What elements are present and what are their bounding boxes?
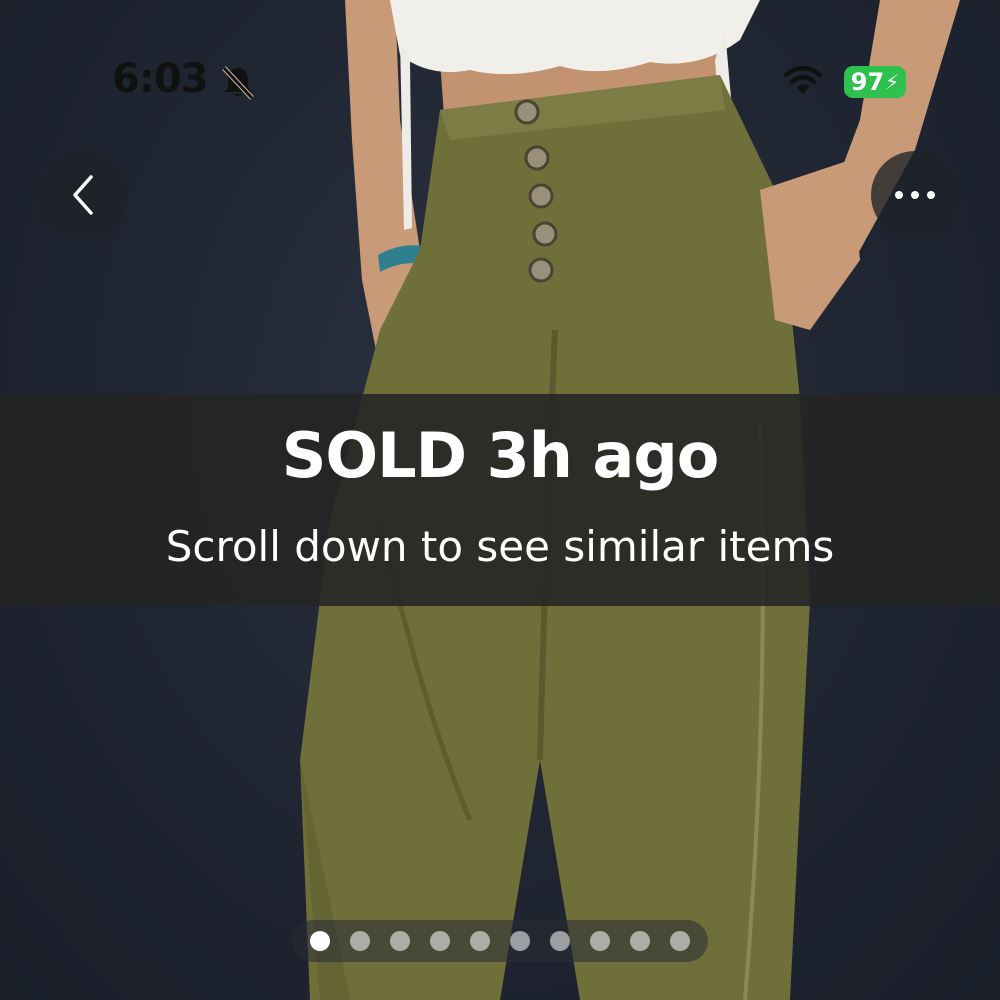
page-dot[interactable] — [670, 931, 690, 951]
more-options-button[interactable] — [871, 151, 959, 239]
page-dot[interactable] — [350, 931, 370, 951]
page-dot[interactable] — [590, 931, 610, 951]
page-dot[interactable] — [310, 931, 330, 951]
sold-title: SOLD 3h ago — [281, 419, 720, 492]
more-horizontal-icon — [895, 191, 935, 199]
back-button[interactable] — [40, 151, 128, 239]
page-dot[interactable] — [630, 931, 650, 951]
bell-slash-icon — [222, 66, 254, 100]
sold-subtitle: Scroll down to see similar items — [165, 522, 835, 571]
sold-banner: SOLD 3h ago Scroll down to see similar i… — [0, 394, 1000, 606]
battery-icon: 97 ⚡︎ — [844, 66, 906, 98]
page-dot[interactable] — [510, 931, 530, 951]
carousel-page-indicator[interactable] — [292, 920, 708, 962]
battery-level: 97 — [850, 68, 885, 96]
page-dot[interactable] — [470, 931, 490, 951]
status-time: 6:03 — [112, 56, 208, 102]
status-bar: 6:03 97 ⚡︎ — [0, 0, 1000, 120]
right-hand — [760, 160, 860, 330]
chevron-left-icon — [73, 175, 93, 215]
page-dot[interactable] — [390, 931, 410, 951]
bolt-icon: ⚡︎ — [885, 70, 900, 94]
wifi-icon — [783, 66, 823, 94]
page-dot[interactable] — [430, 931, 450, 951]
page-dot[interactable] — [550, 931, 570, 951]
